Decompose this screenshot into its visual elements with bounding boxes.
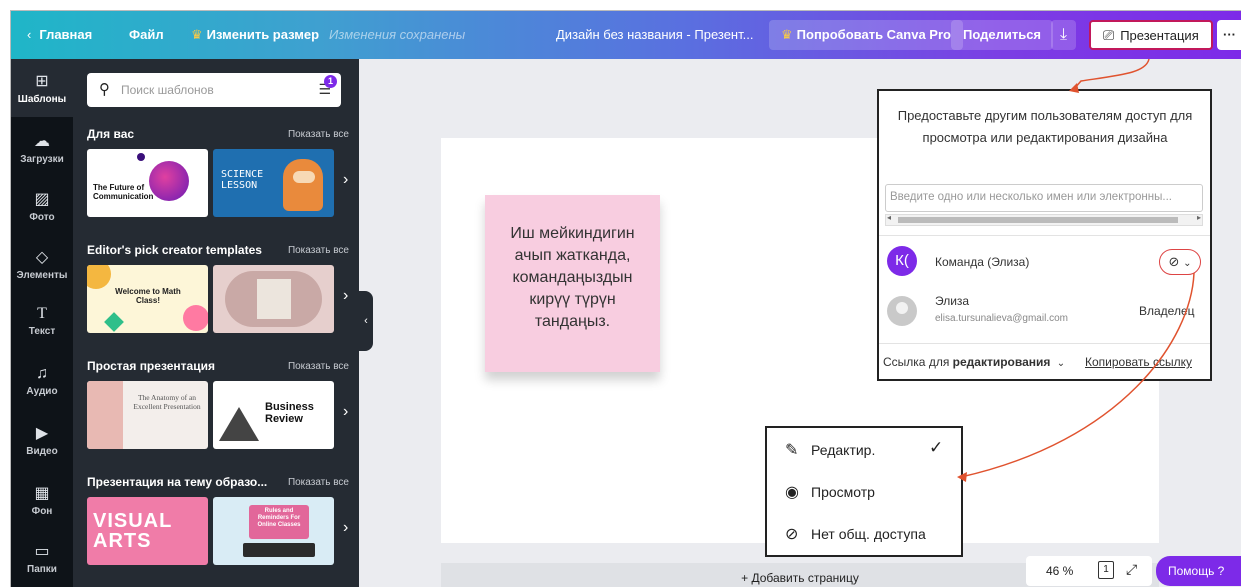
chevron-right-icon[interactable]: ›	[343, 403, 348, 421]
zoom-level[interactable]: 46 %	[1046, 564, 1073, 578]
top-toolbar: ‹ Главная Файл ♛ Изменить размер Изменения…	[11, 11, 1241, 59]
user-avatar	[887, 296, 917, 326]
search-input[interactable]: Поиск шаблонов	[121, 83, 214, 97]
home-button[interactable]: ‹ Главная	[27, 11, 92, 59]
check-icon: ✓	[929, 438, 944, 457]
collapse-panel-button[interactable]: ‹	[359, 291, 373, 351]
template-thumb[interactable]: The Future of Communication	[87, 149, 208, 217]
pencil-icon: ✎	[785, 442, 799, 459]
scroll-left-icon[interactable]: ◂	[887, 213, 891, 222]
copy-link-button[interactable]: Копировать ссылку	[1085, 355, 1192, 369]
template-thumb[interactable]	[213, 265, 334, 333]
permission-option-no-access[interactable]: ⊘ Нет общ. доступа	[785, 524, 926, 544]
crown-icon: ♛	[781, 27, 793, 42]
template-thumb[interactable]: VISUAL ARTS	[87, 497, 208, 565]
template-thumb[interactable]: SCIENCE LESSON	[213, 149, 334, 217]
folder-icon: ▭	[34, 543, 50, 560]
chevron-right-icon[interactable]: ›	[343, 171, 348, 189]
template-thumb[interactable]: Rules and Reminders For Online Classes	[213, 497, 334, 565]
video-icon: ▶	[35, 425, 49, 442]
link-access-dropdown[interactable]: Ссылка для редактирования ⌄	[883, 355, 1065, 369]
divider	[879, 343, 1210, 344]
templates-panel: ⚲ Поиск шаблонов ☰ 1 Для вас Показать вс…	[73, 59, 359, 587]
show-all-link[interactable]: Показать все	[288, 361, 349, 372]
nav-photos[interactable]: ▨ Фото	[11, 189, 73, 223]
nav-audio[interactable]: ♫ Аудио	[11, 365, 73, 397]
background-icon: ▦	[34, 485, 50, 502]
crown-icon: ♛	[191, 27, 203, 42]
download-icon[interactable]: ⤓	[1051, 20, 1077, 50]
templates-icon: ⊞	[35, 73, 49, 90]
team-name: Команда (Элиза)	[935, 255, 1030, 269]
nav-uploads[interactable]: ☁ Загрузки	[11, 131, 73, 165]
chevron-right-icon[interactable]: ›	[343, 287, 348, 305]
eye-icon: ◉	[785, 484, 799, 501]
music-note-icon: ♫	[36, 365, 48, 382]
page-count-icon[interactable]: 1	[1098, 561, 1114, 579]
nav-elements[interactable]: ◇ Элементы	[11, 247, 73, 281]
nav-video[interactable]: ▶ Видео	[11, 423, 73, 457]
show-all-link[interactable]: Показать все	[288, 477, 349, 488]
chevron-right-icon[interactable]: ›	[343, 519, 348, 537]
user-role: Владелец	[1139, 304, 1195, 318]
elements-icon: ◇	[35, 249, 49, 266]
template-thumb[interactable]: Welcome to Math Class!	[87, 265, 208, 333]
scroll-right-icon[interactable]: ▸	[1197, 213, 1201, 222]
share-popup: Предоставьте другим пользователям доступ…	[877, 89, 1212, 381]
section-title: Презентация на тему образо...	[87, 475, 268, 489]
chevron-down-icon: ⌄	[1183, 258, 1192, 269]
team-avatar: К(	[887, 246, 917, 276]
resize-button[interactable]: ♛ Изменить размер	[191, 11, 319, 59]
fullscreen-icon[interactable]: ⤢	[1126, 561, 1137, 578]
section-title: Editor's pick creator templates	[87, 243, 262, 257]
template-search[interactable]: ⚲ Поиск шаблонов ☰ 1	[87, 73, 341, 107]
team-permission-dropdown[interactable]: ⊘ ⌄	[1159, 249, 1201, 275]
photo-icon: ▨	[34, 191, 50, 208]
permission-menu: ✎ Редактир. ✓ ◉ Просмотр ⊘ Нет общ. доступа	[765, 426, 963, 557]
eye-off-icon: ⊘	[785, 526, 799, 543]
save-status: Изменения сохранены	[329, 27, 466, 42]
user-name: Элиза	[935, 294, 970, 308]
share-email-input[interactable]: Введите одно или несколько имен или элек…	[885, 184, 1203, 212]
sticky-note-text: Иш мейкиндигин ачып жатканда, командаңыз…	[510, 225, 635, 330]
section-title: Простая презентация	[87, 359, 215, 373]
divider	[879, 235, 1210, 236]
text-icon: T	[37, 305, 47, 322]
more-button[interactable]: ···	[1217, 20, 1241, 50]
search-icon: ⚲	[99, 81, 110, 98]
side-nav: ⊞ Шаблоны ☁ Загрузки ▨ Фото ◇ Элементы T Текс…	[11, 59, 73, 587]
nav-text[interactable]: T Текст	[11, 305, 73, 337]
design-title[interactable]: Дизайн без названия - Презент...	[556, 11, 753, 59]
try-pro-button[interactable]: ♛ Попробовать Canva Pro	[769, 20, 963, 50]
show-all-link[interactable]: Показать все	[288, 245, 349, 256]
zoom-controls: 46 % 1 ⤢	[1026, 556, 1152, 586]
nav-folders[interactable]: ▭ Папки	[11, 541, 73, 575]
presentation-icon: ⎚	[1103, 27, 1115, 43]
section-title: Для вас	[87, 127, 135, 141]
sticky-note[interactable]: Иш мейкиндигин ачып жатканда, командаңыз…	[485, 195, 660, 372]
filter-badge: 1	[324, 75, 337, 88]
scrollbar-thumb[interactable]	[898, 217, 1178, 223]
show-all-link[interactable]: Показать все	[288, 129, 349, 140]
help-button[interactable]: Помощь ?	[1156, 556, 1241, 586]
nav-background[interactable]: ▦ Фон	[11, 483, 73, 517]
user-email: elisa.tursunalieva@gmail.com	[935, 313, 1068, 324]
canva-editor-window: ‹ Главная Файл ♛ Изменить размер Изменения…	[10, 10, 1241, 587]
chevron-down-icon: ⌄	[1056, 358, 1066, 369]
share-description: Предоставьте другим пользователям доступ…	[897, 108, 1193, 145]
cloud-upload-icon: ☁	[34, 133, 50, 150]
nav-templates[interactable]: ⊞ Шаблоны	[11, 59, 73, 117]
chevron-left-icon: ‹	[27, 27, 32, 42]
template-thumb[interactable]: The Anatomy of an Excellent Presentation	[87, 381, 208, 449]
horizontal-scrollbar[interactable]: ◂ ▸	[885, 213, 1203, 226]
share-button[interactable]: Поделиться	[951, 20, 1054, 50]
permission-option-edit[interactable]: ✎ Редактир.	[785, 440, 875, 460]
present-button[interactable]: ⎚ Презентация	[1089, 20, 1213, 50]
eye-off-icon: ⊘	[1168, 254, 1180, 269]
permission-option-view[interactable]: ◉ Просмотр	[785, 482, 875, 502]
template-thumb[interactable]: Business Review	[213, 381, 334, 449]
file-menu[interactable]: Файл	[129, 11, 164, 59]
